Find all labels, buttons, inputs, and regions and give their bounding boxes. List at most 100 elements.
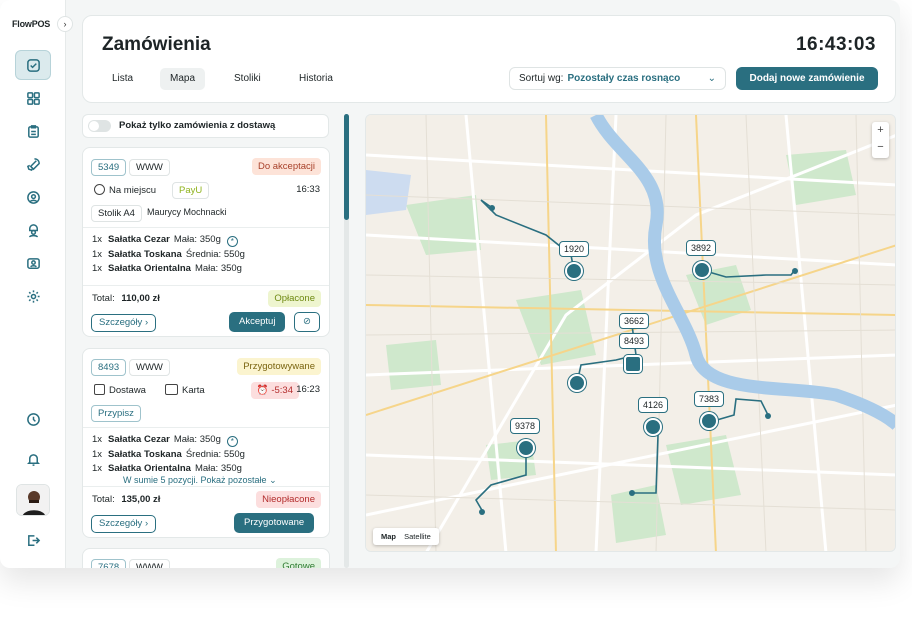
delivery-only-label: Pokaż tylko zamówienia z dostawą <box>119 120 276 131</box>
sort-select[interactable]: Sortuj wg: Pozostały czas rosnąco ⌄ <box>509 67 726 90</box>
divider <box>83 227 329 228</box>
order-source: WWW <box>129 159 170 176</box>
restaurant-marker-icon[interactable] <box>624 355 642 373</box>
order-type: Na miejscu <box>94 184 156 196</box>
accept-button[interactable]: Akceptuj <box>229 312 286 332</box>
order-item: 1x Sałatka Cezar Mała: 350g * <box>92 234 238 247</box>
payment-status-badge: Nieopłacone <box>256 491 321 508</box>
note-icon[interactable]: * <box>226 236 238 247</box>
page-header: Zamówienia 16:43:03 Lista Mapa Stoliki H… <box>82 15 896 103</box>
add-order-button[interactable]: Dodaj nowe zamówienie <box>736 67 878 90</box>
brand-logo: FlowPOS <box>12 19 51 29</box>
countdown-badge: ⏰ -5:34 <box>250 382 299 399</box>
tab-stoliki[interactable]: Stoliki <box>224 68 271 90</box>
delivery-filter: Pokaż tylko zamówienia z dostawą <box>82 114 329 138</box>
car-marker-icon[interactable] <box>517 439 535 457</box>
chef-icon[interactable] <box>15 215 51 245</box>
user-circle-icon[interactable] <box>15 182 51 212</box>
chevron-down-icon: ⌄ <box>707 73 716 84</box>
history-icon[interactable] <box>15 404 51 434</box>
sidebar: FlowPOS › <box>0 0 73 568</box>
delivery-icon <box>94 384 105 395</box>
divider <box>83 427 329 428</box>
page-title: Zamówienia <box>102 34 211 55</box>
order-item: 1x Sałatka Orientalna Mała: 350g <box>92 463 242 474</box>
order-item: 1x Sałatka Cezar Mała: 350g * <box>92 434 238 447</box>
contacts-icon[interactable] <box>15 248 51 278</box>
payment-method: PayU <box>172 182 210 199</box>
car-marker-icon[interactable] <box>565 262 583 280</box>
order-number[interactable]: 5349 <box>91 159 127 176</box>
order-type: Dostawa <box>94 384 146 396</box>
car-marker-icon[interactable] <box>644 418 662 436</box>
assign-button[interactable]: Przypisz <box>91 405 141 422</box>
details-button[interactable]: Szczegóły › <box>91 314 157 332</box>
order-time: 16:33 <box>296 184 320 195</box>
dine-in-icon <box>94 184 105 195</box>
payment-status-badge: Opłacone <box>268 290 321 307</box>
car-marker-icon[interactable] <box>700 412 718 430</box>
order-item: 1x Sałatka Toskana Średnia: 550g <box>92 449 245 460</box>
map-type-satellite[interactable]: Satellite <box>401 532 434 541</box>
zoom-in-button[interactable]: + <box>872 122 889 139</box>
customer-name: Maurycy Mochnacki <box>147 207 227 217</box>
scrollbar-thumb[interactable] <box>344 114 349 220</box>
note-icon[interactable]: * <box>226 436 238 447</box>
order-source: WWW <box>129 359 170 376</box>
order-list-scrollbar[interactable] <box>344 114 349 568</box>
delivery-only-toggle[interactable] <box>88 120 111 132</box>
order-card[interactable]: 7678 WWW Gotowe <box>82 548 330 568</box>
tab-historia[interactable]: Historia <box>289 68 343 90</box>
zoom-out-button[interactable]: − <box>872 139 889 156</box>
app-window: FlowPOS › Zamówienia 16:43:03 Lista Mapa… <box>0 0 900 568</box>
map-marker-label[interactable]: 7383 <box>694 391 725 407</box>
show-more-link[interactable]: W sumie 5 pozycji. Pokaż pozostałe ⌄ <box>123 475 277 486</box>
car-marker-icon[interactable] <box>693 261 711 279</box>
status-badge: Przygotowywane <box>237 358 321 375</box>
settings-gear-icon[interactable] <box>15 281 51 311</box>
order-card[interactable]: 5349 WWW Do akceptacji Na miejscu PayU 1… <box>82 147 330 337</box>
map-marker-label[interactable]: 4126 <box>638 397 669 413</box>
order-number[interactable]: 7678 <box>91 559 127 568</box>
order-source: WWW <box>129 559 170 568</box>
orders-nav-icon[interactable] <box>15 50 51 80</box>
notifications-bell-icon[interactable] <box>15 444 51 474</box>
order-number[interactable]: 8493 <box>91 359 127 376</box>
rocket-icon[interactable] <box>15 149 51 179</box>
dashboard-grid-icon[interactable] <box>15 83 51 113</box>
clipboard-icon[interactable] <box>15 116 51 146</box>
order-item: 1x Sałatka Toskana Średnia: 550g <box>92 249 245 260</box>
order-total: Total: 135,00 zł <box>92 494 161 505</box>
details-button[interactable]: Szczegóły › <box>91 515 157 533</box>
map-marker-label[interactable]: 1920 <box>559 241 590 257</box>
sort-label: Sortuj wg: <box>519 73 564 84</box>
order-item: 1x Sałatka Orientalna Mała: 350g <box>92 263 242 274</box>
tab-lista[interactable]: Lista <box>102 68 143 90</box>
map-marker-label[interactable]: 3662 <box>619 313 650 329</box>
reject-icon[interactable]: ⊘ <box>294 312 320 332</box>
map-type-map[interactable]: Map <box>378 532 399 541</box>
user-avatar[interactable] <box>16 484 50 516</box>
zoom-controls: + − <box>872 122 889 158</box>
alarm-icon: ⏰ <box>256 385 269 396</box>
order-time: 16:23 <box>296 384 320 395</box>
prepared-button[interactable]: Przygotowane <box>234 513 315 533</box>
map-marker-label[interactable]: 8493 <box>619 333 650 349</box>
clock: 16:43:03 <box>795 34 876 55</box>
status-badge: Do akceptacji <box>251 158 321 175</box>
logout-icon[interactable] <box>15 525 51 555</box>
tab-mapa[interactable]: Mapa <box>160 68 206 90</box>
collapse-sidebar-button[interactable]: › <box>57 16 73 32</box>
map-marker-label[interactable]: 3892 <box>686 240 717 256</box>
map-type-switch: Map Satellite <box>373 528 439 545</box>
status-badge: Gotowe <box>276 558 321 568</box>
payment-method: Karta <box>165 384 205 396</box>
delivery-map[interactable]: + − 1920 3892 3662 8493 4126 7383 9378 M… <box>365 114 896 552</box>
order-card[interactable]: 8493 WWW Przygotowywane Dostawa Karta ⏰ … <box>82 348 330 538</box>
map-marker-label[interactable]: 9378 <box>510 418 541 434</box>
divider <box>83 486 329 487</box>
order-list: 5349 WWW Do akceptacji Na miejscu PayU 1… <box>82 147 330 568</box>
card-icon <box>165 384 178 395</box>
car-marker-icon[interactable] <box>568 374 586 392</box>
table-badge: Stolik A4 <box>91 205 142 222</box>
